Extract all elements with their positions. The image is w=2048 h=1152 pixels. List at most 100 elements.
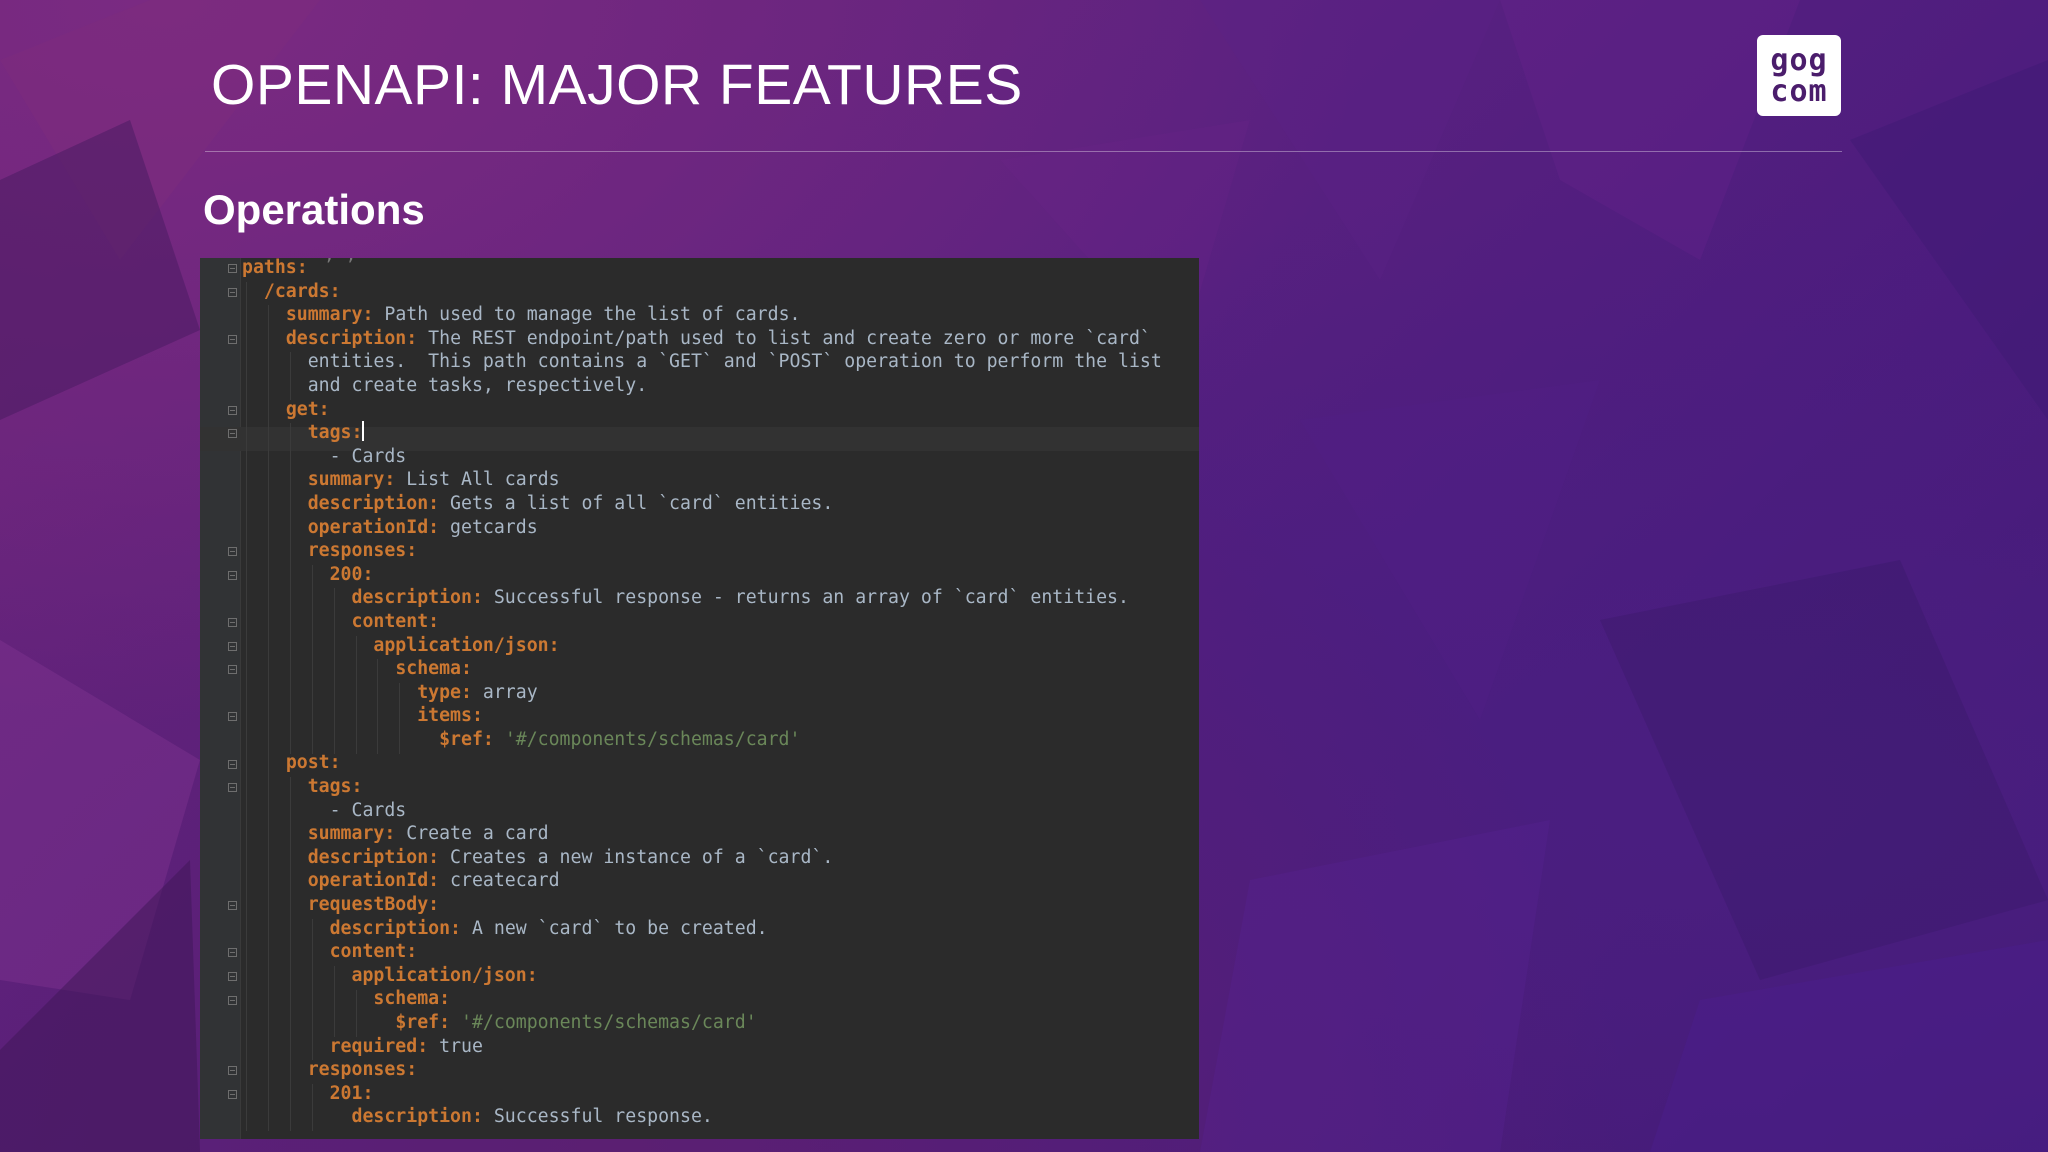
- yaml-value: createcard: [439, 870, 560, 892]
- code-line: description: Creates a new instance of a…: [242, 846, 1162, 870]
- yaml-key: application/json:: [351, 964, 538, 986]
- fold-toggle-icon[interactable]: [228, 901, 237, 911]
- yaml-value: Successful response - returns an array o…: [482, 587, 1129, 609]
- yaml-key: schema:: [373, 988, 451, 1010]
- yaml-value: Successful response.: [482, 1106, 713, 1128]
- yaml-value: - Cards: [329, 799, 407, 821]
- yaml-value: Path used to manage the list of cards.: [373, 304, 801, 326]
- yaml-value: List All cards: [395, 469, 560, 491]
- yaml-key: tags:: [307, 776, 363, 798]
- yaml-key: responses:: [307, 1059, 418, 1081]
- yaml-value: Create a card: [395, 823, 549, 845]
- code-line: operationId: createcard: [242, 869, 1162, 893]
- text-caret: [362, 421, 365, 442]
- yaml-key: description:: [307, 846, 440, 868]
- code-line: tags:: [242, 775, 1162, 799]
- yaml-key: tags:: [307, 422, 363, 444]
- fold-toggle-icon[interactable]: [228, 264, 237, 273]
- gutter-separator: [240, 258, 241, 1139]
- yaml-string: '#/components/schemas/card': [504, 728, 801, 750]
- yaml-value: true: [428, 1035, 483, 1057]
- fold-toggle-icon[interactable]: [228, 759, 237, 769]
- editor-gutter: [200, 258, 240, 1139]
- code-line: - Cards: [242, 799, 1162, 823]
- yaml-key: 200:: [329, 563, 374, 585]
- fold-toggle-icon[interactable]: [228, 287, 237, 297]
- fold-toggle-icon[interactable]: [228, 665, 237, 675]
- section-subtitle: Operations: [203, 186, 425, 233]
- code-line: description: Gets a list of all `card` e…: [242, 492, 1162, 516]
- fold-toggle-icon[interactable]: [228, 405, 237, 415]
- yaml-key: operationId:: [307, 870, 440, 892]
- yaml-key: content:: [329, 941, 418, 963]
- yaml-key: post:: [285, 752, 341, 774]
- fold-toggle-icon[interactable]: [228, 1066, 237, 1076]
- code-line: content:: [242, 940, 1162, 964]
- code-line: items:: [242, 704, 1162, 728]
- yaml-key: responses:: [307, 540, 418, 562]
- fold-toggle-icon[interactable]: [228, 995, 237, 1005]
- fold-toggle-icon[interactable]: [228, 334, 237, 344]
- fold-toggle-icon[interactable]: [228, 1090, 237, 1099]
- fold-toggle-icon[interactable]: [228, 429, 237, 439]
- code-line: application/json:: [242, 964, 1162, 988]
- code-line: - Cards: [242, 445, 1162, 469]
- fold-toggle-icon[interactable]: [228, 618, 237, 627]
- code-line: application/json:: [242, 634, 1162, 658]
- fold-toggle-icon[interactable]: [228, 641, 237, 651]
- yaml-key: $ref:: [439, 728, 494, 750]
- fold-toggle-icon[interactable]: [228, 948, 237, 958]
- yaml-code: paths: /cards: summary: Path used to man…: [242, 258, 1162, 1129]
- code-line: tags:: [242, 421, 1162, 445]
- yaml-key: /cards:: [263, 280, 341, 302]
- code-line: 201:: [242, 1082, 1162, 1106]
- code-line: post:: [242, 751, 1162, 775]
- code-line: type: array: [242, 681, 1162, 705]
- yaml-value: Gets a list of all `card` entities.: [439, 492, 834, 514]
- yaml-key: description:: [307, 492, 440, 514]
- yaml-value: [450, 1012, 461, 1033]
- code-line: responses:: [242, 1058, 1162, 1082]
- code-line: $ref: '#/components/schemas/card': [242, 1011, 1162, 1035]
- code-line: /cards:: [242, 280, 1162, 304]
- logo-line-2: com: [1770, 73, 1828, 109]
- code-line: description: Successful response - retur…: [242, 586, 1162, 610]
- fold-toggle-icon[interactable]: [228, 783, 237, 793]
- yaml-value: getcards: [439, 516, 538, 538]
- code-line: summary: List All cards: [242, 468, 1162, 492]
- fold-toggle-icon[interactable]: [228, 547, 237, 557]
- yaml-key: $ref:: [395, 1012, 451, 1033]
- code-line: summary: Create a card: [242, 822, 1162, 846]
- code-line: summary: Path used to manage the list of…: [242, 303, 1162, 327]
- fold-toggle-icon[interactable]: [228, 570, 237, 580]
- yaml-key: summary:: [285, 304, 374, 326]
- yaml-value: A new `card` to be created.: [461, 917, 768, 939]
- code-line: content:: [242, 610, 1162, 634]
- yaml-value: [494, 729, 505, 750]
- yaml-value: - Cards: [329, 445, 407, 467]
- fold-toggle-icon[interactable]: [228, 712, 237, 722]
- code-line: 200:: [242, 563, 1162, 587]
- code-line: and create tasks, respectively.: [242, 374, 1162, 398]
- fold-toggle-icon[interactable]: [228, 972, 237, 981]
